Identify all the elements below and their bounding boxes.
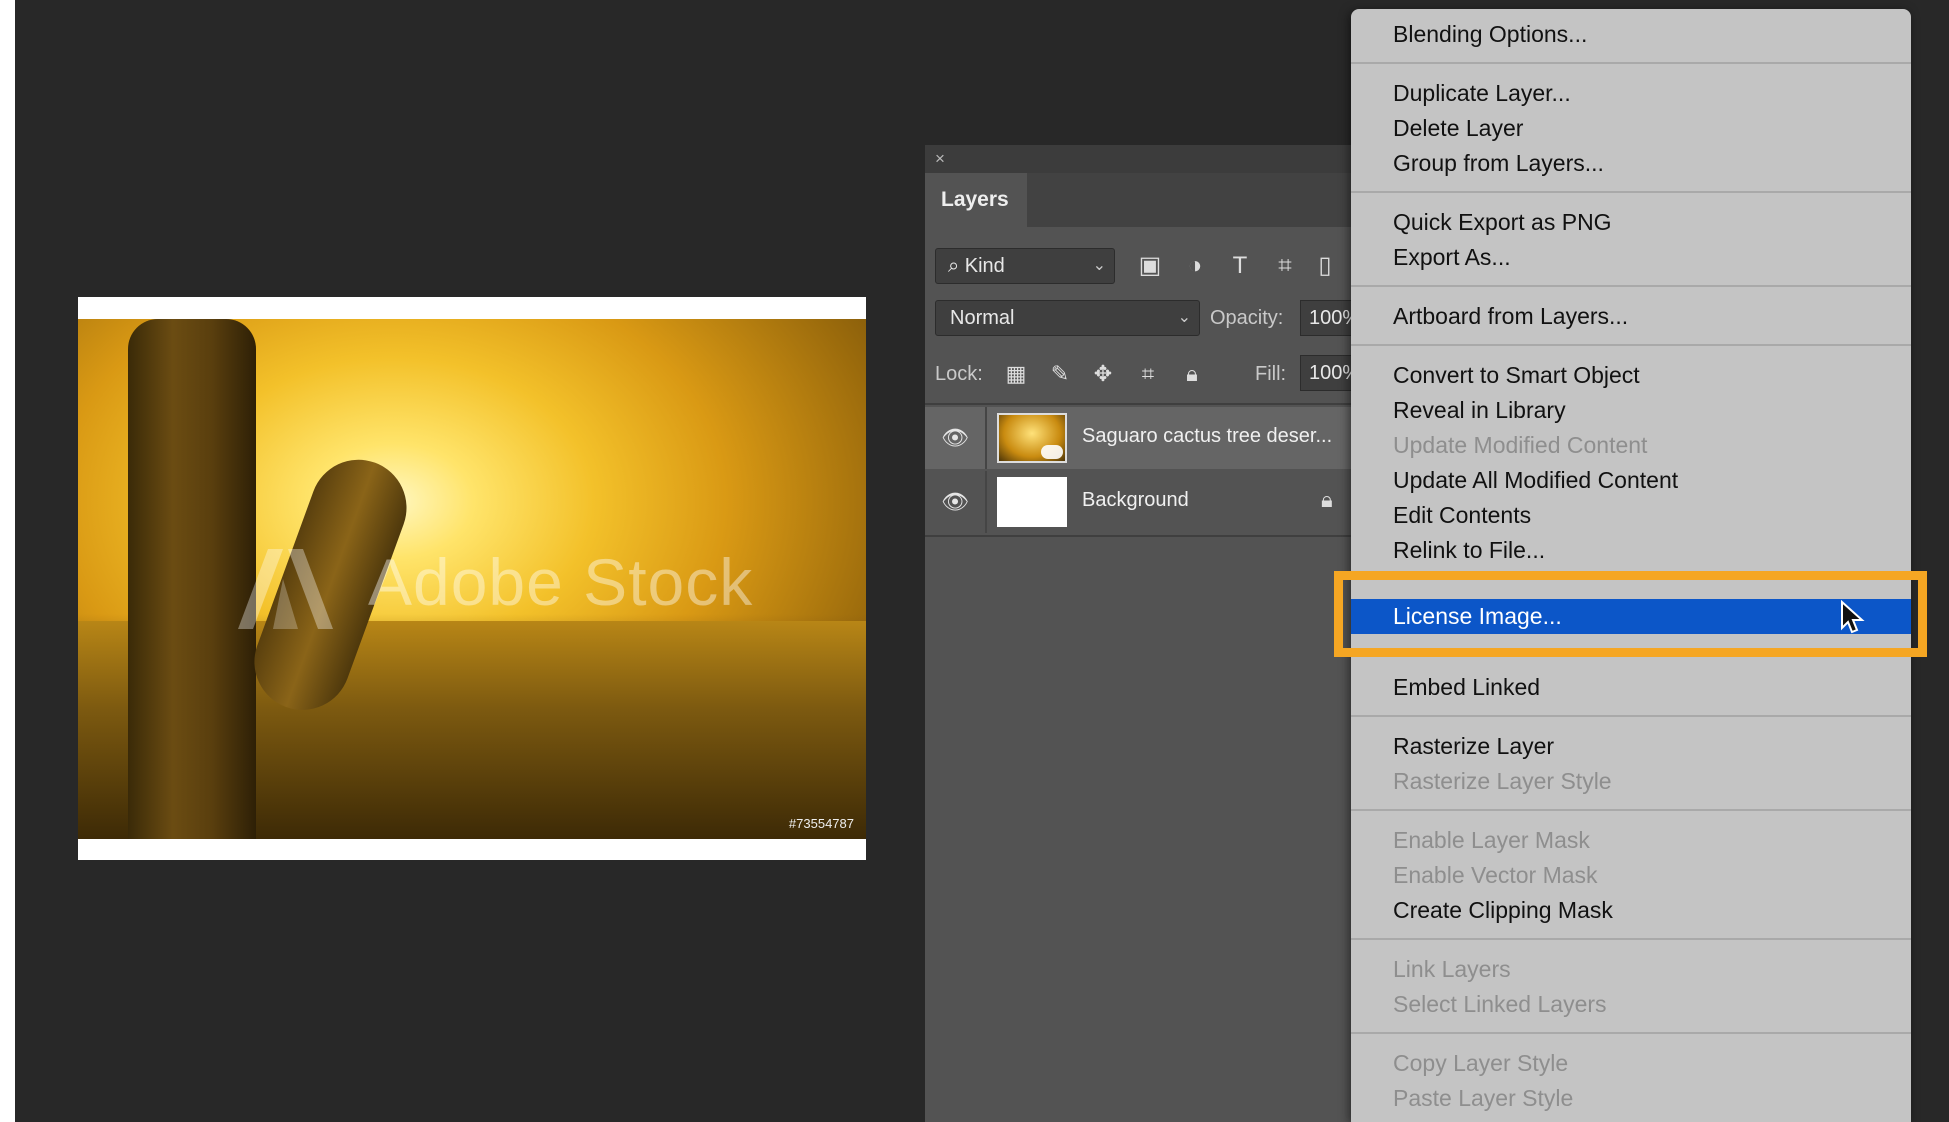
panel-titlebar: × — [925, 145, 1355, 173]
lock-all-icon[interactable]: 🔒︎ — [1177, 359, 1207, 389]
pixel-filter-icon[interactable]: ▣ — [1135, 251, 1165, 281]
kind-label: Kind — [964, 255, 1005, 277]
document-image[interactable]: Adobe Stock #73554787 — [78, 297, 866, 860]
layer-row[interactable]: 👁︎ Saguaro cactus tree deser... — [925, 407, 1355, 469]
fill-input[interactable]: 100% — [1300, 355, 1355, 391]
menu-item-enable-layer-mask: Enable Layer Mask — [1393, 827, 1590, 853]
search-icon: ⌕ — [948, 255, 960, 277]
opacity-label: Opacity: — [1210, 307, 1284, 329]
shape-filter-icon[interactable]: ⌗ — [1270, 251, 1300, 281]
kind-filter-select[interactable]: ⌕ Kind ⌄ — [935, 248, 1115, 284]
eye-icon[interactable]: 👁︎ — [941, 425, 969, 450]
menu-item-duplicate-layer[interactable]: Duplicate Layer... — [1351, 76, 1911, 111]
menu-item-update-all-modified-content[interactable]: Update All Modified Content — [1351, 463, 1911, 498]
mouse-cursor-icon — [1841, 600, 1865, 634]
menu-item-link-layers: Link Layers — [1393, 956, 1511, 982]
menu-item-rasterize-layer-style: Rasterize Layer Style — [1393, 768, 1612, 794]
menu-item-artboard-from-layers[interactable]: Artboard from Layers... — [1351, 299, 1911, 334]
adjustment-filter-icon[interactable]: ◑ — [1180, 251, 1210, 281]
menu-item-reveal-in-library[interactable]: Reveal in Library — [1351, 393, 1911, 428]
menu-item-group-from-layers[interactable]: Group from Layers... — [1351, 146, 1911, 181]
lock-image-pixels-icon[interactable]: ✎ — [1045, 359, 1075, 389]
layer-name: Background — [1082, 489, 1189, 511]
blend-mode-select[interactable]: Normal ⌄ — [935, 300, 1200, 336]
menu-item-copy-layer-style: Copy Layer Style — [1393, 1050, 1569, 1076]
menu-item-paste-layer-style: Paste Layer Style — [1393, 1085, 1574, 1111]
menu-item-convert-to-smart-object[interactable]: Convert to Smart Object — [1351, 358, 1911, 393]
menu-item-create-clipping-mask[interactable]: Create Clipping Mask — [1351, 893, 1911, 928]
menu-item-delete-layer[interactable]: Delete Layer — [1351, 111, 1911, 146]
lock-artboard-icon[interactable]: ⌗ — [1133, 359, 1163, 389]
lock-transparent-pixels-icon[interactable]: ▦ — [1001, 359, 1031, 389]
layer-name: Saguaro cactus tree deser... — [1082, 425, 1333, 447]
menu-item-export-as[interactable]: Export As... — [1351, 240, 1911, 275]
cactus-photo: Adobe Stock #73554787 — [78, 319, 866, 839]
stock-id: #73554787 — [788, 816, 854, 831]
menu-item-enable-vector-mask: Enable Vector Mask — [1393, 862, 1598, 888]
tab-layers[interactable]: Layers — [927, 173, 1027, 227]
stock-watermark: Adobe Stock — [368, 545, 754, 619]
cactus-trunk — [128, 319, 256, 839]
callout-highlight-frame — [1334, 571, 1927, 657]
menu-item-blending-options[interactable]: Blending Options... — [1351, 17, 1911, 52]
chevron-down-icon: ⌄ — [1092, 257, 1106, 274]
opacity-input[interactable]: 100% — [1300, 300, 1355, 336]
lock-label: Lock: — [935, 363, 983, 385]
smart-object-filter-icon[interactable]: ▯ — [1315, 251, 1335, 281]
menu-item-edit-contents[interactable]: Edit Contents — [1351, 498, 1911, 533]
chevron-down-icon: ⌄ — [1177, 309, 1191, 326]
close-icon[interactable]: × — [935, 149, 945, 169]
lock-position-icon[interactable]: ✥ — [1088, 359, 1118, 389]
cloud-icon — [1041, 445, 1063, 459]
type-filter-icon[interactable]: T — [1225, 251, 1255, 281]
layer-thumbnail — [997, 477, 1067, 527]
layer-context-menu: Blending Options... Duplicate Layer... D… — [1351, 9, 1911, 1122]
menu-item-quick-export-png[interactable]: Quick Export as PNG — [1351, 205, 1911, 240]
menu-item-select-linked-layers: Select Linked Layers — [1393, 991, 1607, 1017]
lock-icon: 🔒︎ — [1321, 487, 1333, 512]
adobe-logo-icon — [238, 549, 333, 629]
blend-mode-value: Normal — [950, 307, 1015, 329]
layer-row[interactable]: 👁︎ Background 🔒︎ — [925, 471, 1355, 533]
fill-label: Fill: — [1255, 363, 1287, 385]
menu-item-embed-linked[interactable]: Embed Linked — [1351, 670, 1911, 705]
eye-icon[interactable]: 👁︎ — [941, 489, 969, 514]
layers-panel: × Layers ⌕ Kind ⌄ ▣ ◑ T ⌗ ▯ Normal ⌄ Opa… — [925, 145, 1355, 1122]
menu-item-relink-to-file[interactable]: Relink to File... — [1351, 533, 1911, 568]
layer-thumbnail — [997, 413, 1067, 463]
menu-item-rasterize-layer[interactable]: Rasterize Layer — [1351, 729, 1911, 764]
menu-item-update-modified-content: Update Modified Content — [1393, 432, 1648, 458]
